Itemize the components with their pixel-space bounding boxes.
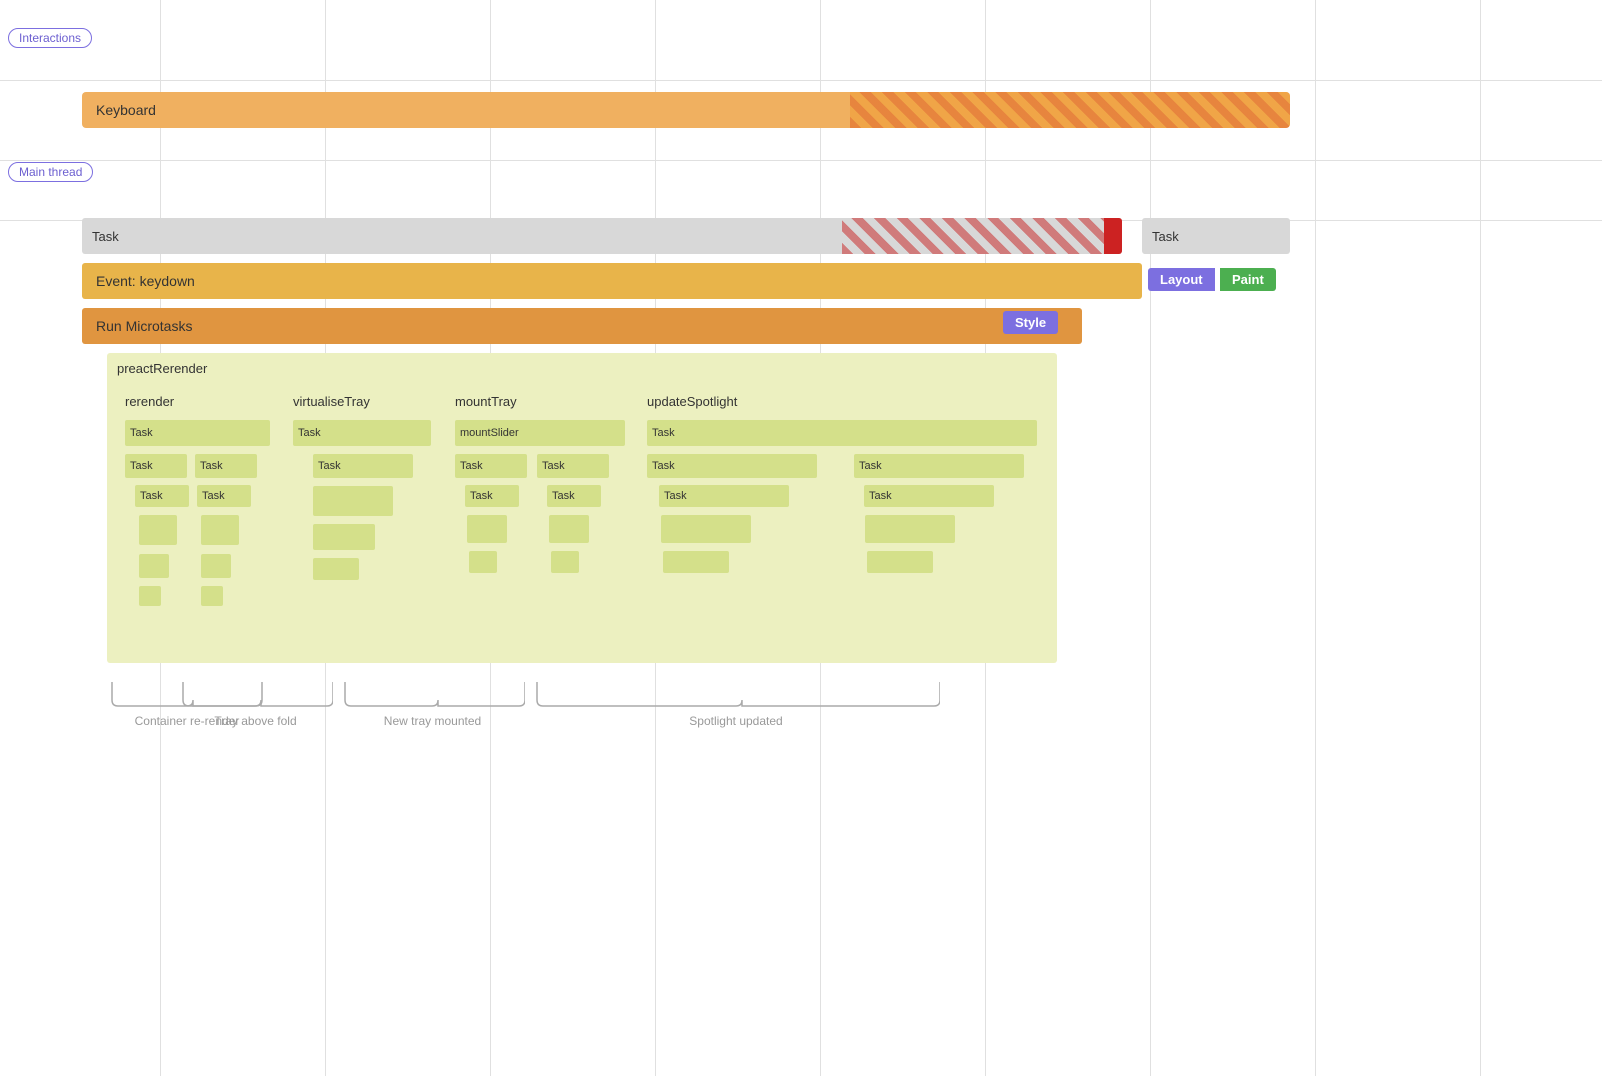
brace-tray-above-fold [178,680,333,708]
paint-button[interactable]: Paint [1220,268,1276,291]
rerender-tiny-6 [201,586,223,606]
section-label-tray-above-fold: Tray above fold [178,714,333,728]
vtray-tiny-3 [313,558,359,580]
brace-spotlight-updated [532,680,940,708]
mount-task-1: Task [455,454,527,478]
style-button[interactable]: Style [1003,311,1058,334]
task-hatched [842,218,1104,254]
mount-tiny-4 [551,551,579,573]
mount-tiny-3 [469,551,497,573]
mount-task-2: Task [537,454,609,478]
keyboard-bar: Keyboard [82,92,1290,128]
update-spotlight-container: updateSpotlight Task Task Task Task Task [639,388,1047,653]
rerender-task-1: Task [125,454,187,478]
mount-tiny-2 [549,515,589,543]
vtray-task: Task [293,420,431,446]
preact-rerender-container: preactRerender rerender Task Task Task T… [107,353,1057,663]
spotlight-task-1: Task [647,454,817,478]
mount-tray-container: mountTray mountSlider Task Task Task Tas… [447,388,632,653]
rerender-task-2: Task [195,454,257,478]
vtray-tiny-2 [313,524,375,550]
run-microtasks-bar: Run Microtasks [82,308,1082,344]
vtray-subtask: Task [313,454,413,478]
spotlight-subtask-1: Task [659,485,789,507]
update-spotlight-label: updateSpotlight [647,394,737,409]
rerender-tiny-4 [201,554,231,578]
spotlight-tiny-3 [663,551,729,573]
brace-new-tray-mounted [340,680,525,708]
interactions-chip[interactable]: Interactions [8,28,92,48]
preact-rerender-label: preactRerender [117,361,207,376]
task-bar-main: Task [82,218,1122,254]
rerender-tiny-1 [139,515,177,545]
vtray-tiny-1 [313,486,393,516]
section-label-spotlight-updated: Spotlight updated [532,714,940,728]
layout-button[interactable]: Layout [1148,268,1215,291]
spotlight-tiny-1 [661,515,751,543]
task-bar-right: Task [1142,218,1290,254]
mount-slider-box: mountSlider [455,420,625,446]
spotlight-tiny-2 [865,515,955,543]
rerender-subtask-2: Task [197,485,251,507]
rerender-container: rerender Task Task Task Task Task [117,388,277,653]
spotlight-task: Task [647,420,1037,446]
mount-subtask-1: Task [465,485,519,507]
virtualise-tray-label: virtualiseTray [293,394,370,409]
rerender-tiny-5 [139,586,161,606]
rerender-task: Task [125,420,270,446]
section-label-new-tray-mounted: New tray mounted [340,714,525,728]
mount-subtask-2: Task [547,485,601,507]
rerender-tiny-2 [201,515,239,545]
rerender-label: rerender [125,394,174,409]
task-red-end [1104,218,1122,254]
spotlight-task-2: Task [854,454,1024,478]
spotlight-tiny-4 [867,551,933,573]
mount-tray-label: mountTray [455,394,517,409]
main-thread-chip[interactable]: Main thread [8,162,93,182]
rerender-tiny-3 [139,554,169,578]
event-keydown-bar: Event: keydown [82,263,1142,299]
keyboard-hatched [850,92,1290,128]
rerender-subtask-1: Task [135,485,189,507]
mount-tiny-1 [467,515,507,543]
virtualise-tray-container: virtualiseTray Task Task [285,388,440,653]
spotlight-subtask-2: Task [864,485,994,507]
